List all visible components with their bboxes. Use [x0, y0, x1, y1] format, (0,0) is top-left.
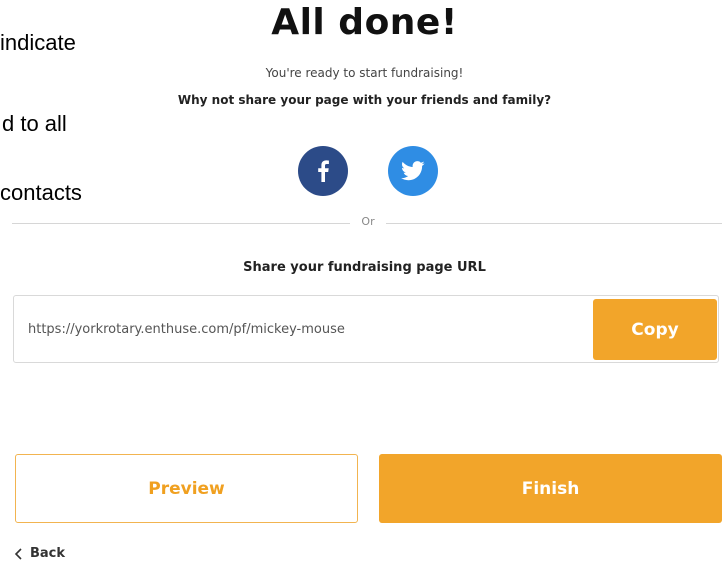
- preview-button[interactable]: Preview: [15, 454, 358, 523]
- copy-button[interactable]: Copy: [593, 299, 717, 360]
- background-text-line-3: contacts: [0, 180, 82, 205]
- share-prompt: Why not share your page with your friend…: [177, 93, 552, 107]
- divider-right: [386, 223, 722, 224]
- share-url-label: Share your fundraising page URL: [243, 260, 486, 275]
- background-text-line-2: d to all: [2, 111, 67, 136]
- twitter-share-button[interactable]: [388, 146, 438, 196]
- share-url-input[interactable]: [28, 313, 588, 345]
- page-subtitle: You're ready to start fundraising!: [265, 66, 464, 80]
- finish-button[interactable]: Finish: [379, 454, 722, 523]
- background-text-line-1: indicate: [0, 30, 76, 55]
- facebook-share-button[interactable]: [298, 146, 348, 196]
- divider-left: [12, 223, 350, 224]
- facebook-icon: [318, 160, 329, 182]
- page-title: All done!: [271, 2, 458, 43]
- back-link[interactable]: Back: [14, 546, 65, 561]
- chevron-left-icon: [14, 547, 22, 560]
- share-url-field-container: Copy: [13, 295, 719, 363]
- twitter-icon: [401, 161, 425, 181]
- back-label: Back: [30, 546, 66, 561]
- divider-or-label: Or: [361, 215, 375, 228]
